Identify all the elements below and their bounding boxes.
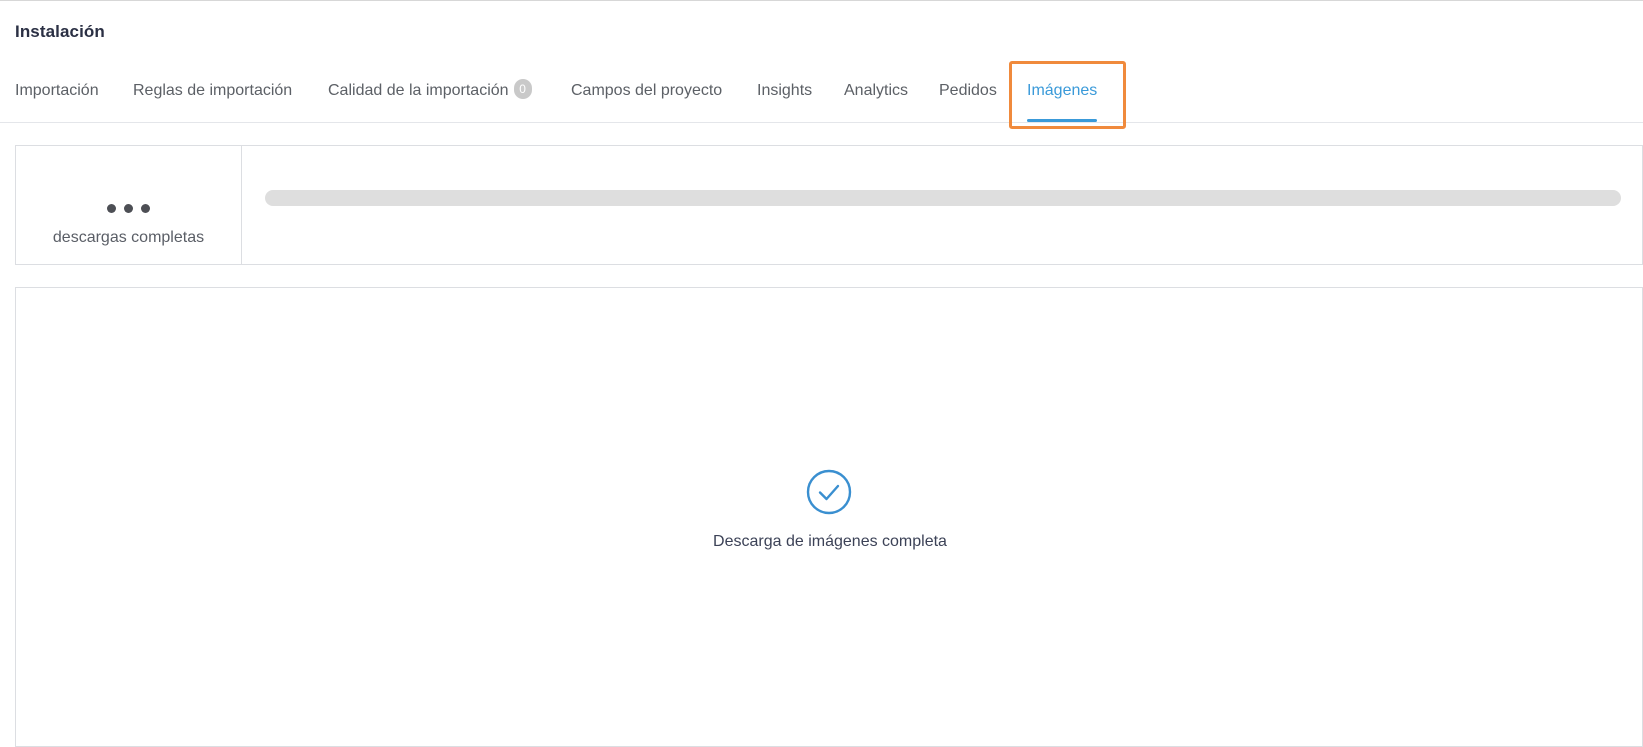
tab-imagenes[interactable]: Imágenes: [1027, 60, 1098, 122]
tab-label: Importación: [15, 82, 99, 99]
progress-bar: [265, 190, 1621, 206]
tab-reglas-de-importacion[interactable]: Reglas de importación: [133, 60, 292, 122]
tab-label: Campos del proyecto: [571, 82, 723, 99]
tab-label: Insights: [757, 82, 813, 99]
tab-calidad-de-la-importacion[interactable]: Calidad de la importación 0: [328, 60, 532, 122]
tab-campos-del-proyecto[interactable]: Campos del proyecto: [571, 60, 722, 122]
tab-insights[interactable]: Insights: [757, 60, 812, 122]
status-message: Descarga de imágenes completa: [713, 533, 947, 550]
tab-label: Pedidos: [939, 82, 997, 99]
page-title: Instalación: [15, 22, 105, 41]
check-circle-icon: [806, 469, 852, 515]
tab-label: Calidad de la importación: [328, 82, 509, 99]
top-divider: [0, 0, 1643, 1]
tab-label: Imágenes: [1027, 82, 1098, 99]
tab-importacion[interactable]: Importación: [15, 60, 99, 122]
ellipsis-icon: [16, 204, 241, 216]
stat-label: descargas completas: [52, 229, 205, 246]
tab-bar: Importación Reglas de importación Calida…: [0, 60, 1643, 123]
tab-pedidos[interactable]: Pedidos: [939, 60, 997, 122]
count-badge: 0: [513, 79, 532, 100]
tab-analytics[interactable]: Analytics: [844, 60, 908, 122]
tab-label: Analytics: [844, 82, 909, 99]
tab-label: Reglas de importación: [133, 82, 293, 99]
active-tab-indicator: [1027, 119, 1098, 122]
stat-cell: descargas completas: [16, 146, 242, 264]
download-status-panel: Descarga de imágenes completa: [15, 287, 1643, 747]
download-stats-card: descargas completas: [15, 145, 1643, 265]
